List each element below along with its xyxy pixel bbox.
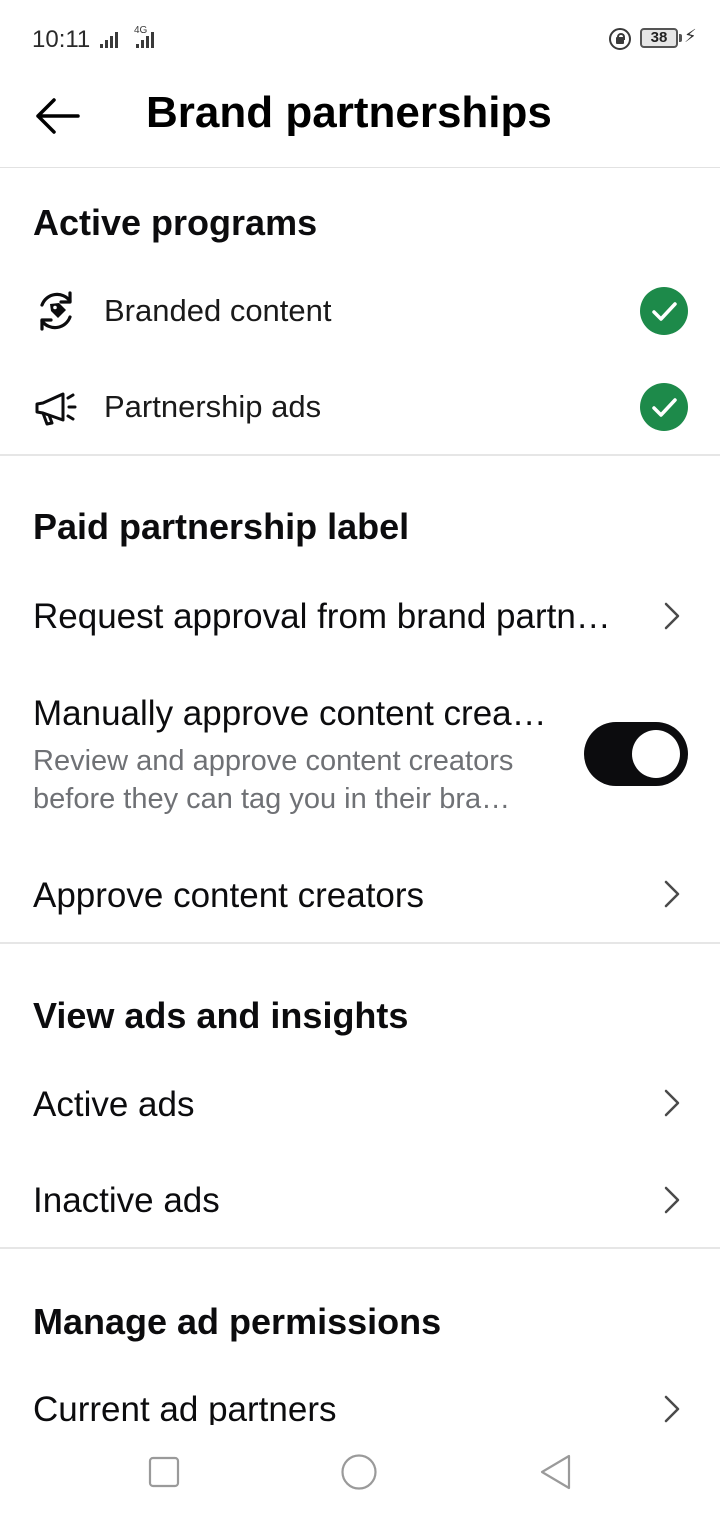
manual-approve-title: Manually approve content crea… xyxy=(33,694,547,733)
program-label-branded-content: Branded content xyxy=(104,293,332,328)
divider xyxy=(0,1247,720,1249)
program-label-partnership-ads: Partnership ads xyxy=(104,389,322,424)
chevron-right-icon[interactable] xyxy=(660,1184,684,1216)
back-nav-icon[interactable] xyxy=(538,1453,574,1491)
status-bar: 10:11 4G 38 ⚡︎ xyxy=(0,0,720,78)
chevron-right-icon[interactable] xyxy=(660,1087,684,1119)
approve-creators-row[interactable]: Approve content creators xyxy=(33,876,424,916)
section-title-paid-partnership: Paid partnership label xyxy=(33,506,410,547)
recent-apps-icon[interactable] xyxy=(148,1456,180,1488)
request-approval-row[interactable]: Request approval from brand partn… xyxy=(33,597,611,637)
chevron-right-icon[interactable] xyxy=(660,1393,684,1425)
header: Brand partnerships xyxy=(0,78,720,168)
system-nav-bar xyxy=(0,1425,720,1520)
toggle-knob xyxy=(632,730,680,778)
section-title-manage-permissions: Manage ad permissions xyxy=(33,1301,442,1342)
current-ad-partners-row[interactable]: Current ad partners xyxy=(33,1390,336,1430)
signal-icon-2 xyxy=(136,30,156,48)
signal-icon xyxy=(100,30,120,48)
megaphone-icon xyxy=(35,392,77,426)
rotation-lock-icon xyxy=(609,28,631,50)
divider xyxy=(0,454,720,456)
charging-icon: ⚡︎ xyxy=(684,26,697,46)
manual-approve-description: Review and approve content creators xyxy=(33,745,514,777)
active-ads-row[interactable]: Active ads xyxy=(33,1085,194,1125)
battery-tip xyxy=(679,34,682,42)
chevron-right-icon[interactable] xyxy=(660,600,684,632)
chevron-right-icon[interactable] xyxy=(660,878,684,910)
branded-content-icon xyxy=(40,291,72,331)
battery-icon: 38 xyxy=(640,28,678,48)
inactive-ads-row[interactable]: Inactive ads xyxy=(33,1181,220,1221)
divider xyxy=(0,942,720,944)
manual-approve-description-2: before they can tag you in their bra… xyxy=(33,783,511,815)
section-title-view-ads: View ads and insights xyxy=(33,995,409,1036)
section-title-active-programs: Active programs xyxy=(33,202,318,243)
back-arrow-icon[interactable] xyxy=(30,94,86,138)
check-icon xyxy=(640,287,688,335)
status-time: 10:11 xyxy=(32,26,91,53)
manual-approve-toggle[interactable] xyxy=(584,722,688,786)
check-icon xyxy=(640,383,688,431)
home-icon[interactable] xyxy=(340,1453,378,1491)
page-title: Brand partnerships xyxy=(146,88,552,137)
